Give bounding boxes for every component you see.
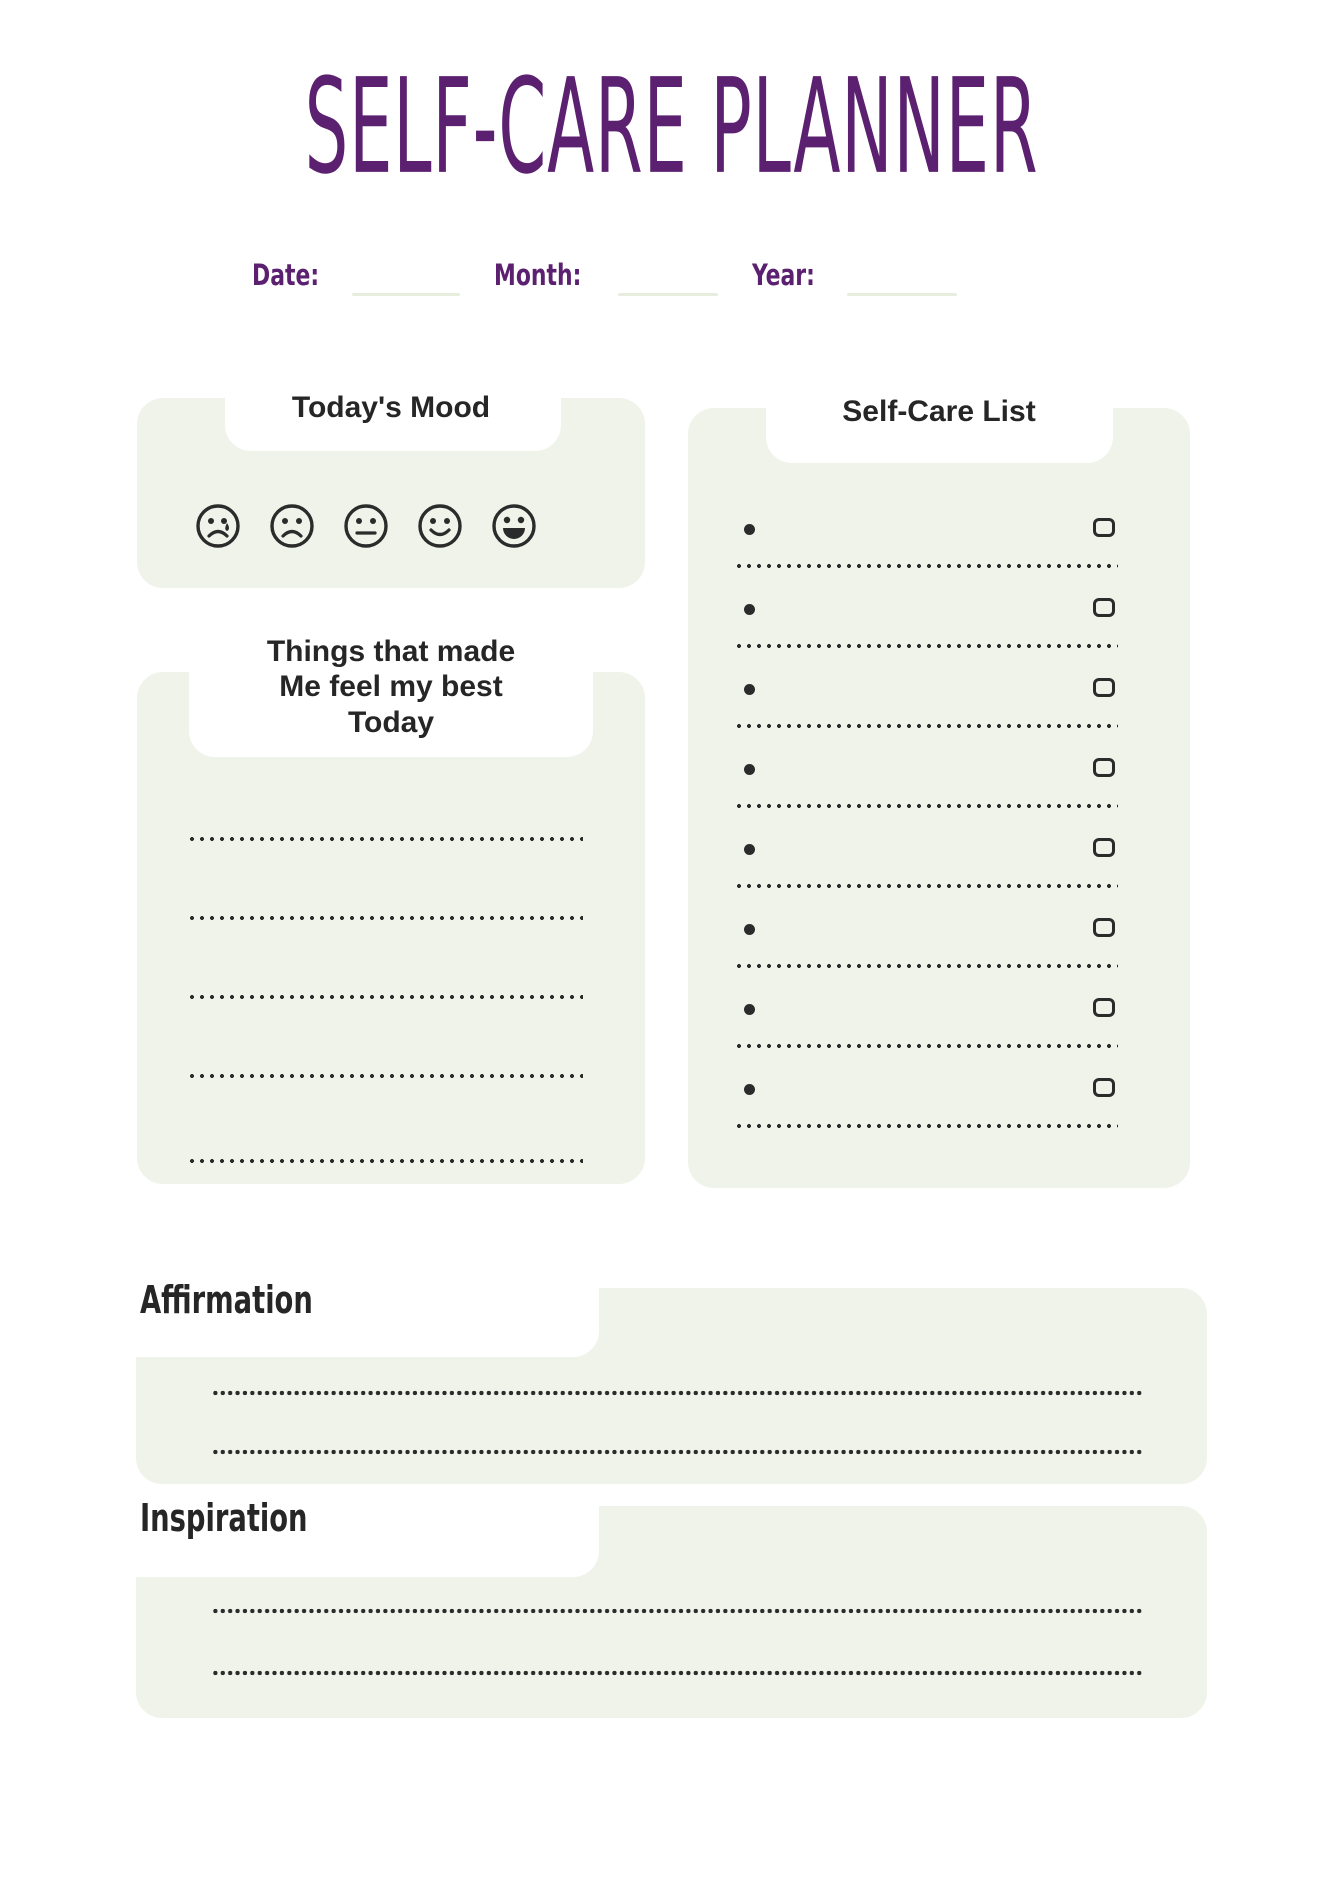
inspiration-line-2[interactable] (212, 1670, 1142, 1676)
date-label: Date: (252, 258, 320, 292)
year-label: Year: (751, 258, 815, 292)
self-care-line[interactable] (736, 803, 1118, 809)
self-care-bullet (744, 524, 755, 535)
self-care-line[interactable] (736, 963, 1118, 969)
self-care-bullet (744, 764, 755, 775)
best-things-line-2[interactable] (189, 915, 583, 921)
self-care-checkbox[interactable] (1093, 518, 1115, 537)
self-care-bullet (744, 924, 755, 935)
mood-face-crying-icon[interactable] (194, 502, 242, 550)
mood-face-row (194, 502, 538, 550)
self-care-checkbox[interactable] (1093, 998, 1115, 1017)
mood-face-sad-icon[interactable] (268, 502, 316, 550)
mood-face-very-happy-icon[interactable] (490, 502, 538, 550)
self-care-checkbox[interactable] (1093, 918, 1115, 937)
self-care-line[interactable] (736, 883, 1118, 889)
date-row: Date: Month: Year: (252, 258, 1102, 298)
best-things-line-4[interactable] (189, 1073, 583, 1079)
todays-mood-title: Today's Mood (291, 391, 491, 424)
self-care-checkbox[interactable] (1093, 838, 1115, 857)
best-things-line-3[interactable] (189, 994, 583, 1000)
self-care-checkbox[interactable] (1093, 678, 1115, 697)
self-care-line[interactable] (736, 563, 1118, 569)
best-things-title: Things that made Me feel my best Today (266, 635, 516, 739)
self-care-checkbox[interactable] (1093, 1078, 1115, 1097)
todays-mood-card (137, 397, 645, 588)
month-label: Month: (493, 258, 582, 292)
best-things-card (137, 671, 645, 1184)
affirmation-title: Affirmation (140, 1278, 313, 1322)
self-care-checkbox[interactable] (1093, 598, 1115, 617)
mood-face-neutral-icon[interactable] (342, 502, 390, 550)
affirmation-line-2[interactable] (212, 1449, 1142, 1455)
inspiration-line-1[interactable] (212, 1608, 1142, 1614)
best-things-line-5[interactable] (189, 1158, 583, 1164)
inspiration-title: Inspiration (140, 1496, 308, 1540)
self-care-bullet (744, 684, 755, 695)
self-care-line[interactable] (736, 643, 1118, 649)
self-care-bullet (744, 1084, 755, 1095)
self-care-bullet (744, 604, 755, 615)
self-care-bullet (744, 1004, 755, 1015)
mood-face-happy-icon[interactable] (416, 502, 464, 550)
self-care-checkbox[interactable] (1093, 758, 1115, 777)
self-care-list-title: Self-Care List (842, 395, 1036, 428)
best-things-line-1[interactable] (189, 836, 583, 842)
year-input[interactable] (846, 293, 957, 296)
date-input[interactable] (351, 293, 460, 296)
self-care-line[interactable] (736, 1123, 1118, 1129)
self-care-bullet (744, 844, 755, 855)
self-care-line[interactable] (736, 723, 1118, 729)
self-care-line[interactable] (736, 1043, 1118, 1049)
month-input[interactable] (617, 293, 718, 296)
page-title: SELF-CARE PLANNER (304, 51, 1039, 205)
affirmation-line-1[interactable] (212, 1390, 1142, 1396)
